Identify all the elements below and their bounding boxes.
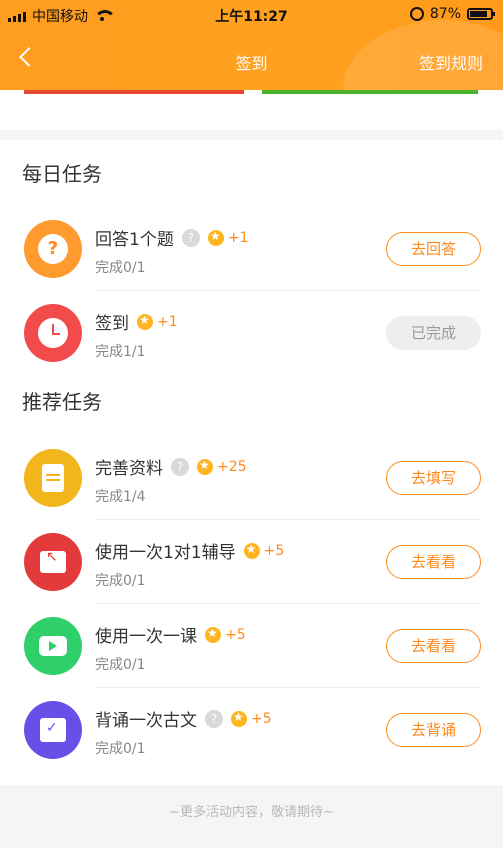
reward-amount: +25 <box>217 458 247 475</box>
task-progress: 完成0/1 <box>95 573 146 589</box>
tutoring-board-icon <box>24 533 82 591</box>
view-button[interactable]: 去看看 <box>386 629 481 663</box>
reward: +5 <box>205 626 246 643</box>
help-icon[interactable]: ? <box>171 457 189 476</box>
green-strip <box>262 90 478 94</box>
battery-percent: 87% <box>429 6 461 22</box>
rotation-lock-icon <box>409 7 424 21</box>
task-name-row: 背诵一次古文 ? +5 <box>95 706 272 731</box>
footer-note: ~更多活动内容，敬请期待~ <box>0 785 503 848</box>
task-progress: 完成0/1 <box>95 657 146 673</box>
star-coin-icon <box>197 458 213 475</box>
star-coin-icon <box>205 626 221 643</box>
completed-button: 已完成 <box>386 316 481 350</box>
task-progress: 完成1/1 <box>95 344 146 360</box>
battery-fill <box>470 11 487 17</box>
section-divider <box>0 130 503 140</box>
navigation-bar: 签到 签到规则 <box>0 40 503 80</box>
star-coin-icon <box>137 313 153 330</box>
reward-amount: +5 <box>263 542 285 559</box>
reward: +5 <box>231 710 272 727</box>
document-icon <box>24 449 82 507</box>
status-bar: 中国移动 上午11:27 87% <box>0 0 503 30</box>
task-progress: 完成0/1 <box>95 741 146 757</box>
red-strip <box>24 90 244 94</box>
task-name-row: 回答1个题 ? +1 <box>95 225 248 250</box>
star-coin-icon <box>207 229 224 246</box>
recommended-tasks-title: 推荐任务 <box>22 390 102 414</box>
task-row: ? 回答1个题 ? +1 完成0/1 去回答 <box>0 207 503 291</box>
checkin-rules-link[interactable]: 签到规则 <box>419 50 483 74</box>
question-bubble-icon: ? <box>24 220 82 278</box>
recite-button[interactable]: 去背诵 <box>386 713 481 747</box>
star-coin-icon <box>231 710 247 727</box>
task-name: 签到 <box>95 314 129 334</box>
star-coin-icon <box>243 542 260 559</box>
answer-button[interactable]: 去回答 <box>386 232 481 266</box>
task-row: 完善资料 ? +25 完成1/4 去填写 <box>0 436 503 520</box>
video-camera-icon <box>24 617 82 675</box>
reward: +1 <box>207 229 249 246</box>
task-name-row: 签到 +1 <box>95 309 178 335</box>
task-name-row: 使用一次一课 +5 <box>95 622 246 648</box>
task-name-row: 使用一次1对1辅导 +5 <box>95 538 285 564</box>
task-name: 完善资料 <box>95 459 163 479</box>
reward-amount: +5 <box>225 626 246 643</box>
clock-icon <box>24 304 82 362</box>
task-name: 使用一次1对1辅导 <box>95 543 236 563</box>
task-row: 使用一次一课 +5 完成0/1 去看看 <box>0 604 503 688</box>
reward-amount: +1 <box>157 313 178 330</box>
reward: +5 <box>243 542 285 559</box>
view-button[interactable]: 去看看 <box>386 545 481 579</box>
battery-icon <box>467 8 495 20</box>
reward: +1 <box>137 313 178 330</box>
task-name: 背诵一次古文 <box>95 711 197 731</box>
task-name: 回答1个题 <box>95 230 174 250</box>
task-name: 使用一次一课 <box>95 627 197 647</box>
top-header: 中国移动 上午11:27 87% 签到 签到规则 <box>0 0 503 90</box>
reward-amount: +1 <box>227 229 249 246</box>
task-row: 使用一次1对1辅导 +5 完成0/1 去看看 <box>0 520 503 604</box>
task-list-card: 每日任务 ? 回答1个题 ? +1 完成0/1 去回答 签到 +1 完成1/1 … <box>0 140 503 785</box>
reward-amount: +5 <box>251 710 272 727</box>
task-row: 签到 +1 完成1/1 已完成 <box>0 291 503 375</box>
fill-profile-button[interactable]: 去填写 <box>386 461 481 495</box>
task-progress: 完成1/4 <box>95 489 146 505</box>
task-row: 背诵一次古文 ? +5 完成0/1 去背诵 <box>0 688 503 772</box>
help-icon[interactable]: ? <box>181 228 200 247</box>
task-name-row: 完善资料 ? +25 <box>95 454 247 479</box>
task-progress: 完成0/1 <box>95 260 146 276</box>
help-icon[interactable]: ? <box>205 709 223 728</box>
reward: +25 <box>197 458 247 475</box>
calendar-strip <box>0 90 503 130</box>
daily-tasks-title: 每日任务 <box>22 162 102 186</box>
status-right: 87% <box>409 6 495 22</box>
book-check-icon <box>24 701 82 759</box>
